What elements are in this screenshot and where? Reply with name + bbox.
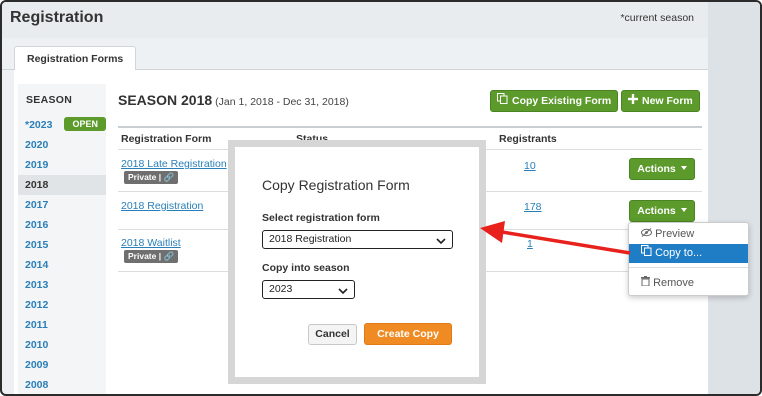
copy-existing-form-label: Copy Existing Form	[512, 95, 612, 107]
eye-slash-icon	[641, 228, 652, 240]
sidebar-item-2009[interactable]: 2009	[18, 355, 106, 375]
app-window: Registration *current season Registratio…	[0, 0, 762, 396]
copy-registration-form-dialog: Copy Registration Form Select registrati…	[228, 140, 486, 384]
column-header-form: Registration Form	[121, 133, 212, 145]
caret-down-icon	[680, 208, 687, 212]
copy-icon	[641, 245, 652, 259]
registrants-count-link[interactable]: 1	[527, 238, 533, 250]
copy-icon	[497, 91, 508, 111]
sidebar-item-2008[interactable]: 2008	[18, 375, 106, 394]
actions-button[interactable]: Actions	[629, 200, 695, 222]
season-sidebar: SEASON *2023 OPEN 2020 2019 2018 2017 201…	[18, 84, 106, 394]
new-form-button[interactable]: New Form	[621, 90, 700, 112]
copy-existing-form-button[interactable]: Copy Existing Form	[490, 90, 619, 112]
caret-down-icon	[680, 166, 687, 170]
current-season-note: *current season	[620, 12, 694, 24]
sidebar-item-2019[interactable]: 2019	[18, 155, 106, 175]
sidebar-item-2023[interactable]: *2023 OPEN	[18, 115, 106, 135]
page-header: Registration *current season	[2, 2, 708, 38]
sidebar-item-label: *2023	[25, 119, 53, 131]
actions-dropdown-menu: Preview Copy to... Remove	[628, 222, 749, 296]
sidebar-item-2011[interactable]: 2011	[18, 315, 106, 335]
link-icon: 🔗	[163, 172, 175, 182]
select-form-label: Select registration form	[262, 212, 380, 224]
chevron-down-icon	[338, 284, 348, 301]
sidebar-item-2018[interactable]: 2018	[18, 175, 106, 195]
menu-item-preview[interactable]: Preview	[629, 225, 748, 244]
season-date-range: (Jan 1, 2018 - Dec 31, 2018)	[215, 96, 349, 108]
sidebar-item-2015[interactable]: 2015	[18, 235, 106, 255]
form-link[interactable]: 2018 Registration	[121, 200, 203, 212]
registrants-count-link[interactable]: 10	[524, 160, 536, 172]
menu-item-remove[interactable]: Remove	[629, 274, 748, 293]
registration-form-select[interactable]: 2018 Registration	[262, 230, 453, 249]
sidebar-item-2017[interactable]: 2017	[18, 195, 106, 215]
sidebar-item-2014[interactable]: 2014	[18, 255, 106, 275]
season-sidebar-title: SEASON	[26, 94, 73, 106]
sidebar-item-2010[interactable]: 2010	[18, 335, 106, 355]
open-badge: OPEN	[64, 117, 106, 131]
column-header-registrants: Registrants	[499, 133, 557, 145]
cancel-button[interactable]: Cancel	[308, 324, 357, 345]
registrants-count-link[interactable]: 178	[524, 201, 542, 213]
sidebar-item-2020[interactable]: 2020	[18, 135, 106, 155]
actions-button[interactable]: Actions	[629, 158, 695, 180]
tab-registration-forms[interactable]: Registration Forms	[14, 46, 137, 71]
season-heading: SEASON 2018 (Jan 1, 2018 - Dec 31, 2018)	[118, 92, 349, 108]
season-select-label: Copy into season	[262, 262, 350, 274]
menu-divider	[629, 267, 748, 268]
plus-icon	[628, 91, 638, 111]
sidebar-item-2013[interactable]: 2013	[18, 275, 106, 295]
season-select[interactable]: 2023	[262, 280, 355, 299]
private-badge: Private | 🔗	[124, 171, 179, 184]
trash-icon	[641, 276, 650, 289]
right-rail	[708, 2, 760, 394]
tab-bar: Registration Forms	[2, 38, 708, 71]
sidebar-item-2016[interactable]: 2016	[18, 215, 106, 235]
form-link[interactable]: 2018 Late Registration	[121, 158, 227, 170]
chevron-down-icon	[436, 234, 446, 251]
menu-item-copy-to[interactable]: Copy to...	[629, 244, 748, 263]
new-form-label: New Form	[642, 95, 693, 107]
link-icon: 🔗	[163, 251, 175, 261]
dialog-title: Copy Registration Form	[262, 177, 410, 193]
page-title: Registration	[10, 9, 104, 26]
season-title: SEASON 2018	[118, 92, 213, 108]
sidebar-item-2012[interactable]: 2012	[18, 295, 106, 315]
private-badge: Private | 🔗	[124, 250, 179, 263]
form-link[interactable]: 2018 Waitlist	[121, 237, 181, 249]
create-copy-button[interactable]: Create Copy	[364, 323, 452, 345]
